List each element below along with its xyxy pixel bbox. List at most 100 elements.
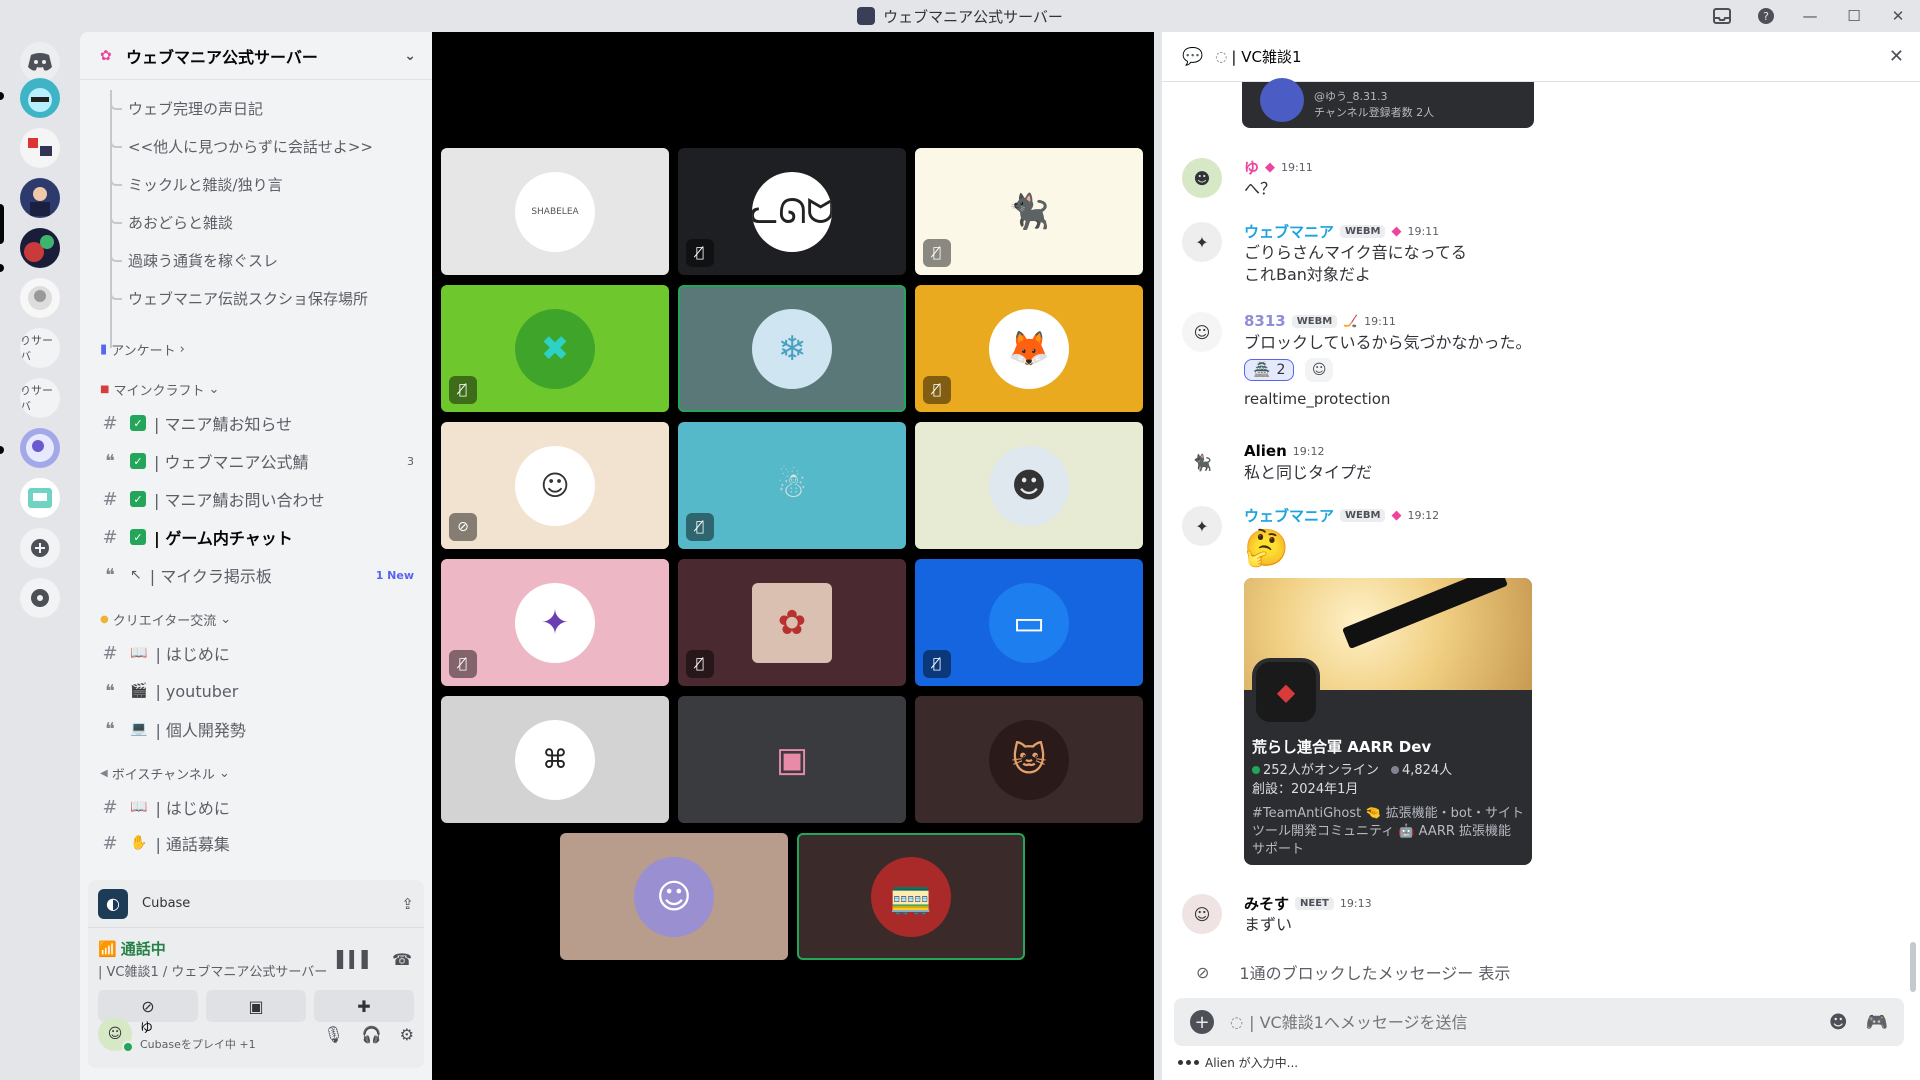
computer-icon: 💻 [130,721,148,737]
close-window-icon[interactable]: ✕ [1876,0,1920,32]
server-invite-card[interactable]: ◆ 荒らし連合軍 AARR Dev 252人がオンライン 4,824人 創設：2… [1244,578,1532,865]
message-input[interactable] [1249,1012,1829,1032]
participant-tile[interactable]: 🐱 [915,696,1143,823]
invite-title[interactable]: 荒らし連合軍 AARR Dev [1252,736,1524,757]
avatar[interactable]: ☺ [98,1017,134,1053]
add-server-icon[interactable] [20,528,60,568]
noise-suppression-icon[interactable]: ▌▍▌ [337,950,374,969]
plus-icon[interactable]: + [1190,1010,1214,1034]
participant-tile[interactable]: SHABELEA [441,148,669,275]
headphones-icon[interactable]: 🎧 [362,1025,382,1044]
svg-text:?: ? [1763,10,1769,23]
channel-item[interactable]: # 📖 | はじめに [98,636,418,670]
participant-tile[interactable]: ▭ 🎙̸ [915,559,1143,686]
blocked-messages[interactable]: ⊘ 1通のブロックしたメッセージー 表示 [1196,960,1510,984]
channel-list[interactable]: ウェブ完理の声日記 <<他人に見つからずに会話せよ>> ミックルと雑談/独り言 … [80,80,432,880]
server-icon[interactable] [20,478,60,518]
minimize-icon[interactable]: — [1788,0,1832,32]
channel-item[interactable]: ❝ ✓ | ウェブマニア公式鯖 3 [98,444,418,478]
category-minecraft[interactable]: ■ マインクラフト ⌄ [100,380,219,399]
participant-tile[interactable]: ☺ [560,833,788,960]
participant-tile[interactable]: ☺ ⊘ [441,422,669,549]
channel-item[interactable]: ❝ 💻 | 個人開発勢 [98,712,418,746]
gear-icon[interactable]: ⚙ [400,1025,414,1044]
chat-message[interactable]: ☻ ゆ ◆ 19:11 へ？ [1182,156,1882,200]
gamepad-icon[interactable]: 🎮 [1866,1012,1888,1033]
thread-item[interactable]: ウェブマニア伝説スクショ保存場所 [128,288,368,309]
avatar[interactable]: ✦ [1182,222,1222,262]
message-author[interactable]: ウェブマニア [1244,221,1334,242]
server-icon[interactable] [20,228,60,268]
thread-item[interactable]: ウェブ完理の声日記 [128,98,263,119]
emoji-icon[interactable]: ☻ [1829,1012,1848,1033]
disconnect-icon[interactable]: ☎ [392,950,412,969]
chat-message[interactable]: ✦ ウェブマニア WEBM ◆ 19:12 🤔 [1182,504,1882,572]
participant-tile[interactable]: 🦊 🎙̸ [915,285,1143,412]
thread-item[interactable]: <<他人に見つからずに会話せよ>> [128,136,373,157]
guild-header[interactable]: ✿ ウェブマニア公式サーバー ⌄ [80,32,432,80]
server-icon[interactable] [20,78,60,118]
avatar[interactable]: 🐈‍⬛ [1182,442,1222,482]
thread-item[interactable]: あおどらと雑談 [128,212,233,233]
server-icon[interactable] [20,428,60,468]
message-author[interactable]: ウェブマニア [1244,505,1334,526]
chat-message[interactable]: 🐈‍⬛ Alien 19:12 私と同じタイプだ [1182,440,1882,484]
channel-item[interactable]: ❝ 🎬 | youtuber [98,674,418,708]
inbox-icon[interactable] [1700,0,1744,32]
message-author[interactable]: ゆ [1244,157,1259,178]
participant-tile[interactable]: ☻ [915,422,1143,549]
thread-item[interactable]: ミックルと雑談/独り言 [128,174,283,195]
participant-tile[interactable]: ⌘ [441,696,669,823]
chevron-down-icon: ⌄ [208,382,220,397]
channel-item[interactable]: # ✋ | 通話募集 [98,826,418,860]
chat-message[interactable]: ☺ 8313 WEBM 🏒 19:11 ブロックしているから気づかなかった。 🏯… [1182,310,1882,410]
server-icon[interactable]: りサーバ [20,378,60,418]
participant-tile[interactable]: ☃ 🎙̸ [678,422,906,549]
screen-share-icon[interactable]: ⇪ [401,895,414,913]
avatar: ✖ [515,308,595,389]
forum-icon: ❝ [105,564,115,586]
participant-tile[interactable]: 🐈‍⬛ 🎙̸ [915,148,1143,275]
microphone-icon[interactable]: 🎙 [323,1025,343,1044]
youtube-embed[interactable]: @ゆう_8.31.3 チャンネル登録者数 2人 [1242,78,1534,128]
participant-tile-speaking[interactable]: ❄ [678,285,906,412]
channel-item[interactable]: # ✓ | マニア鯖お知らせ [98,406,418,440]
avatar[interactable]: ☺ [1182,894,1222,934]
participant-tile[interactable]: ✿ 🎙̸ [678,559,906,686]
channel-item[interactable]: # 📖 | はじめに [98,790,418,824]
voice-status[interactable]: 通話中 [121,938,166,959]
server-icon[interactable] [20,278,60,318]
reaction[interactable]: 🏯 2 [1244,359,1295,381]
server-icon[interactable] [20,178,60,218]
participant-tile[interactable]: ᓚᘏᗢ 🎙̸ [678,148,906,275]
add-reaction-icon[interactable]: ☺ [1305,358,1334,382]
mic-muted-icon: 🎙̸ [449,376,477,404]
maximize-icon[interactable]: ☐ [1832,0,1876,32]
discord-home-icon[interactable] [20,42,60,82]
channel-item[interactable]: # ✓ | マニア鯖お問い合わせ [98,482,418,516]
message-author[interactable]: みそす [1244,893,1289,914]
category-survey[interactable]: ▮ アンケート › [100,340,185,359]
avatar[interactable]: ✦ [1182,506,1222,546]
participant-tile-speaking[interactable]: 🚃 [797,833,1025,960]
participant-tile[interactable]: ▣ [678,696,906,823]
message-author[interactable]: 8313 [1244,312,1286,330]
thread-item[interactable]: 過疎う通貨を稼ぐスレ [128,250,278,271]
category-voice[interactable]: ◀ ボイスチャンネル ⌄ [100,764,230,783]
scrollbar[interactable] [1910,942,1916,992]
category-creator[interactable]: ● クリエイター交流 ⌄ [100,610,231,629]
channel-item-active[interactable]: # ✓ | ゲーム内チャット [98,520,418,554]
chat-message[interactable]: ✦ ウェブマニア WEBM ◆ 19:11 ごりらさんマイク音になってる これB… [1182,220,1882,286]
message-author[interactable]: Alien [1244,442,1287,460]
avatar[interactable]: ☺ [1182,312,1222,352]
chat-message[interactable]: ☺ みそす NEET 19:13 まずい [1182,892,1882,936]
help-icon[interactable]: ? [1744,0,1788,32]
participant-tile[interactable]: ✦ 🎙̸ [441,559,669,686]
server-icon[interactable]: りサーバ [20,328,60,368]
participant-tile[interactable]: ✖ 🎙̸ [441,285,669,412]
server-icon[interactable] [20,128,60,168]
channel-item[interactable]: ❝ ↖ | マイクラ掲示板 1 New [98,558,418,592]
avatar[interactable]: ☻ [1182,158,1222,198]
close-icon[interactable]: ✕ [1889,46,1904,67]
discover-icon[interactable] [20,578,60,618]
